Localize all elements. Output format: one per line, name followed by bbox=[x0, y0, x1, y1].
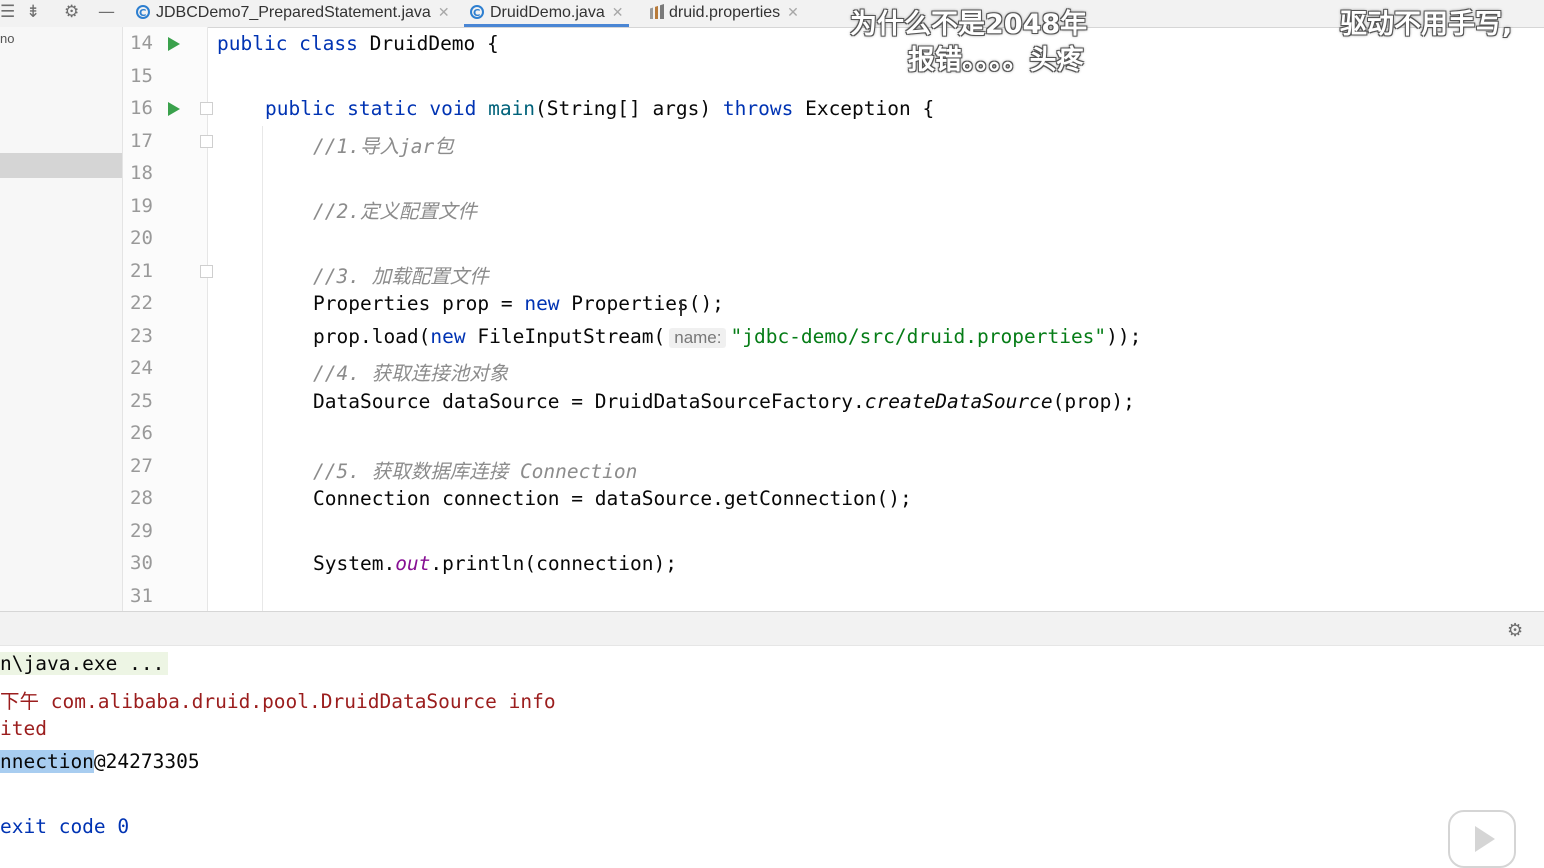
code-text: DruidDemo { bbox=[357, 32, 499, 55]
code-line-25[interactable]: DataSource dataSource = DruidDataSourceF… bbox=[313, 390, 1135, 413]
java-class-icon bbox=[470, 2, 484, 26]
console-log-line: ited bbox=[0, 717, 47, 740]
fold-icon[interactable] bbox=[200, 135, 213, 148]
close-icon[interactable]: ✕ bbox=[787, 4, 799, 20]
code-line-14[interactable]: public class DruidDemo { bbox=[217, 32, 499, 55]
console-log-line: 下午 com.alibaba.druid.pool.DruidDataSourc… bbox=[0, 685, 556, 714]
tab-label: druid.properties bbox=[669, 4, 781, 21]
code-line-30[interactable]: System.out.println(connection); bbox=[313, 552, 677, 575]
settings-gear-icon[interactable]: ⚙ bbox=[1507, 620, 1523, 641]
code-text: )); bbox=[1106, 325, 1142, 348]
code-line-16[interactable]: public static void main(String[] args) t… bbox=[265, 97, 934, 120]
danmaku-comment: 驱动不用手写, bbox=[1340, 9, 1513, 40]
project-panel: no bbox=[0, 27, 123, 611]
line-number: 17 bbox=[130, 130, 153, 152]
code-text: Properties prop = bbox=[313, 292, 525, 315]
keyword: throws bbox=[722, 97, 794, 120]
code-text: (String[] args) bbox=[535, 97, 723, 120]
code-text: System. bbox=[313, 552, 396, 575]
code-text: (prop); bbox=[1052, 390, 1135, 413]
code-line-28[interactable]: Connection connection = dataSource.getCo… bbox=[313, 487, 912, 510]
keyword: new bbox=[430, 325, 466, 348]
line-number: 28 bbox=[130, 487, 153, 509]
code-comment-17[interactable]: //1.导入jar包 bbox=[313, 130, 454, 159]
fold-icon[interactable] bbox=[200, 102, 213, 115]
selected-text: nnection bbox=[0, 750, 94, 773]
collapse-icon[interactable]: ⇟ bbox=[26, 0, 40, 26]
properties-file-icon bbox=[650, 4, 664, 19]
line-number: 20 bbox=[130, 227, 153, 249]
code-text: .println(connection); bbox=[430, 552, 677, 575]
code-text: Properties(); bbox=[559, 292, 724, 315]
danmaku-comment: 为什么不是2048年 bbox=[850, 9, 1088, 40]
line-number: 23 bbox=[130, 325, 153, 347]
tab-label: DruidDemo.java bbox=[490, 4, 605, 21]
project-tree-selection[interactable] bbox=[0, 153, 122, 178]
code-comment-21[interactable]: //3. 加载配置文件 bbox=[313, 260, 489, 289]
code-text: prop.load( bbox=[313, 325, 431, 348]
indent-guide bbox=[262, 126, 263, 611]
close-icon[interactable]: ✕ bbox=[438, 4, 450, 20]
code-text: Exception { bbox=[793, 97, 935, 120]
tab-druid-properties[interactable]: druid.properties ✕ bbox=[650, 0, 799, 26]
line-number: 22 bbox=[130, 292, 153, 314]
keyword: public static void bbox=[265, 97, 477, 120]
minimize-icon[interactable]: — bbox=[98, 0, 115, 26]
line-number: 15 bbox=[130, 65, 153, 87]
static-method: createDataSource bbox=[864, 390, 1053, 413]
danmaku-comment: 报错。。。。头疼 bbox=[908, 45, 1084, 76]
line-number: 27 bbox=[130, 455, 153, 477]
line-number: 31 bbox=[130, 585, 153, 607]
run-class-icon[interactable] bbox=[168, 37, 180, 51]
code-line-22[interactable]: Properties prop = new Properties(); bbox=[313, 292, 724, 315]
code-comment-27[interactable]: //5. 获取数据库连接 Connection bbox=[313, 455, 637, 484]
tab-label: JDBCDemo7_PreparedStatement.java bbox=[156, 4, 431, 21]
string-literal: "jdbc-demo/src/druid.properties" bbox=[730, 325, 1107, 348]
tab-jdbcdemo7[interactable]: JDBCDemo7_PreparedStatement.java ✕ bbox=[136, 0, 450, 26]
keyword: new bbox=[524, 292, 560, 315]
video-play-icon[interactable] bbox=[1448, 810, 1516, 868]
close-icon[interactable]: ✕ bbox=[612, 4, 624, 20]
editor-tab-bar: ☰ ⇟ ⚙ — JDBCDemo7_PreparedStatement.java… bbox=[0, 0, 1544, 28]
text-cursor bbox=[680, 300, 682, 316]
line-number: 21 bbox=[130, 260, 153, 282]
line-number: 26 bbox=[130, 422, 153, 444]
console-text: @24273305 bbox=[93, 750, 200, 773]
tab-druiddemo[interactable]: DruidDemo.java ✕ bbox=[463, 0, 630, 27]
keyword: public class bbox=[217, 32, 358, 55]
code-line-23[interactable]: prop.load(new FileInputStream(name: "jdbc… bbox=[313, 325, 1141, 348]
list-icon[interactable]: ☰ bbox=[0, 0, 15, 26]
console-log-time: 下午 bbox=[0, 690, 51, 713]
method-name: main bbox=[488, 97, 536, 120]
line-number: 19 bbox=[130, 195, 153, 217]
line-number: 16 bbox=[130, 97, 153, 119]
gear-icon[interactable]: ⚙ bbox=[64, 0, 79, 26]
run-panel-header: ⚙ bbox=[0, 611, 1544, 646]
fold-icon[interactable] bbox=[200, 265, 213, 278]
line-number: 30 bbox=[130, 552, 153, 574]
console-output-line: nnection@24273305 bbox=[0, 750, 200, 773]
code-comment-19[interactable]: //2.定义配置文件 bbox=[313, 195, 477, 224]
console-log-source: com.alibaba.druid.pool.DruidDataSource i… bbox=[50, 690, 556, 713]
project-tree-item[interactable]: no bbox=[0, 31, 14, 46]
java-class-icon bbox=[136, 2, 150, 26]
code-text: FileInputStream( bbox=[465, 325, 666, 348]
static-field: out bbox=[395, 552, 431, 575]
line-number: 29 bbox=[130, 520, 153, 542]
code-comment-24[interactable]: //4. 获取连接池对象 bbox=[313, 357, 508, 386]
line-number: 24 bbox=[130, 357, 153, 379]
run-main-icon[interactable] bbox=[168, 102, 180, 116]
code-text: DataSource dataSource = DruidDataSourceF… bbox=[313, 390, 865, 413]
console-exit-line: exit code 0 bbox=[0, 815, 130, 838]
line-number: 14 bbox=[130, 32, 153, 54]
parameter-hint: name: bbox=[669, 328, 727, 348]
line-number: 18 bbox=[130, 162, 153, 184]
line-number: 25 bbox=[130, 390, 153, 412]
console-command-line: n\java.exe ... bbox=[0, 652, 169, 675]
